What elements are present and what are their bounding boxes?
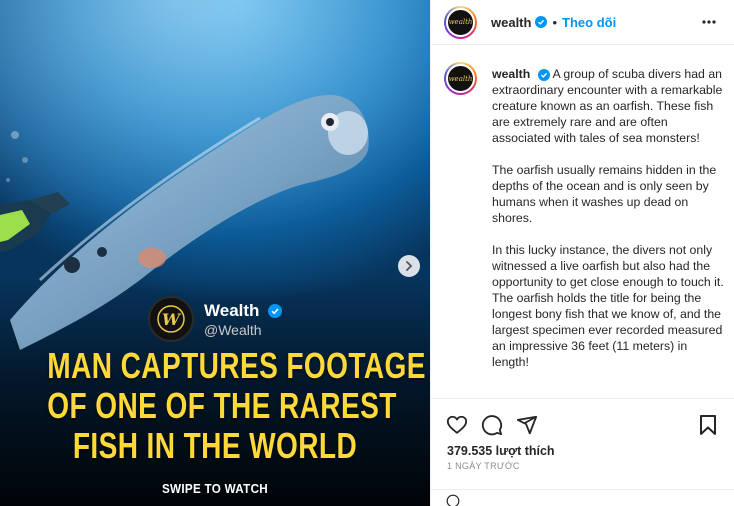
post-time[interactable]: 1 NGÀY TRƯỚC (447, 461, 520, 471)
svg-text:W: W (162, 310, 182, 329)
verified-icon (268, 303, 283, 318)
headline-line: OF ONE OF THE RAREST (47, 385, 397, 426)
header-username[interactable]: wealth (491, 15, 531, 30)
likes-count[interactable]: 379.535 lượt thích (447, 444, 555, 458)
comment-icon[interactable] (481, 414, 503, 436)
post-side-panel: wealth wealth • Theo dõi wealth wealth A… (430, 0, 734, 506)
verified-icon (535, 16, 548, 28)
post-actions: 379.535 lượt thích 1 NGÀY TRƯỚC (431, 398, 734, 506)
media-headline: MAN CAPTURES FOOTAGE OF ONE OF THE RARES… (47, 345, 426, 466)
caption-paragraph: The oarfish usually remains hidden in th… (492, 163, 717, 225)
post-header: wealth wealth • Theo dõi (431, 0, 734, 45)
caption-paragraph: In this lucky instance, the divers not o… (492, 243, 724, 369)
share-icon[interactable] (516, 414, 538, 436)
bookmark-icon[interactable] (698, 414, 718, 436)
brand-handle: @Wealth (204, 321, 262, 338)
wealth-logo-icon: W (157, 305, 185, 333)
brand-logo: W (148, 296, 194, 342)
headline-line: FISH IN THE WORLD (72, 425, 358, 466)
brand-name: Wealth (204, 300, 260, 320)
caption-area[interactable]: wealth wealth A group of scuba divers ha… (431, 46, 734, 398)
headline-line: MAN CAPTURES FOOTAGE (47, 345, 426, 386)
next-slide-button[interactable] (398, 255, 420, 277)
verified-icon (537, 68, 550, 81)
avatar[interactable]: wealth (444, 62, 477, 95)
chevron-right-icon (406, 261, 413, 271)
follow-button[interactable]: Theo dõi (562, 15, 616, 30)
swipe-cta: SWIPE TO WATCH (161, 481, 269, 496)
heart-icon[interactable] (446, 414, 468, 436)
caption-username[interactable]: wealth (492, 67, 530, 81)
caption-text: wealth A group of scuba divers had an ex… (492, 66, 724, 386)
emoji-icon[interactable] (446, 494, 460, 506)
separator-dot: • (552, 14, 558, 30)
more-icon[interactable] (701, 14, 717, 30)
post-media[interactable]: W Wealth @Wealth MAN CAPTURES FOOTAGE OF… (0, 0, 430, 506)
media-brand: W Wealth @Wealth (148, 296, 283, 342)
add-comment-row[interactable] (431, 489, 734, 506)
avatar[interactable]: wealth (444, 5, 477, 39)
